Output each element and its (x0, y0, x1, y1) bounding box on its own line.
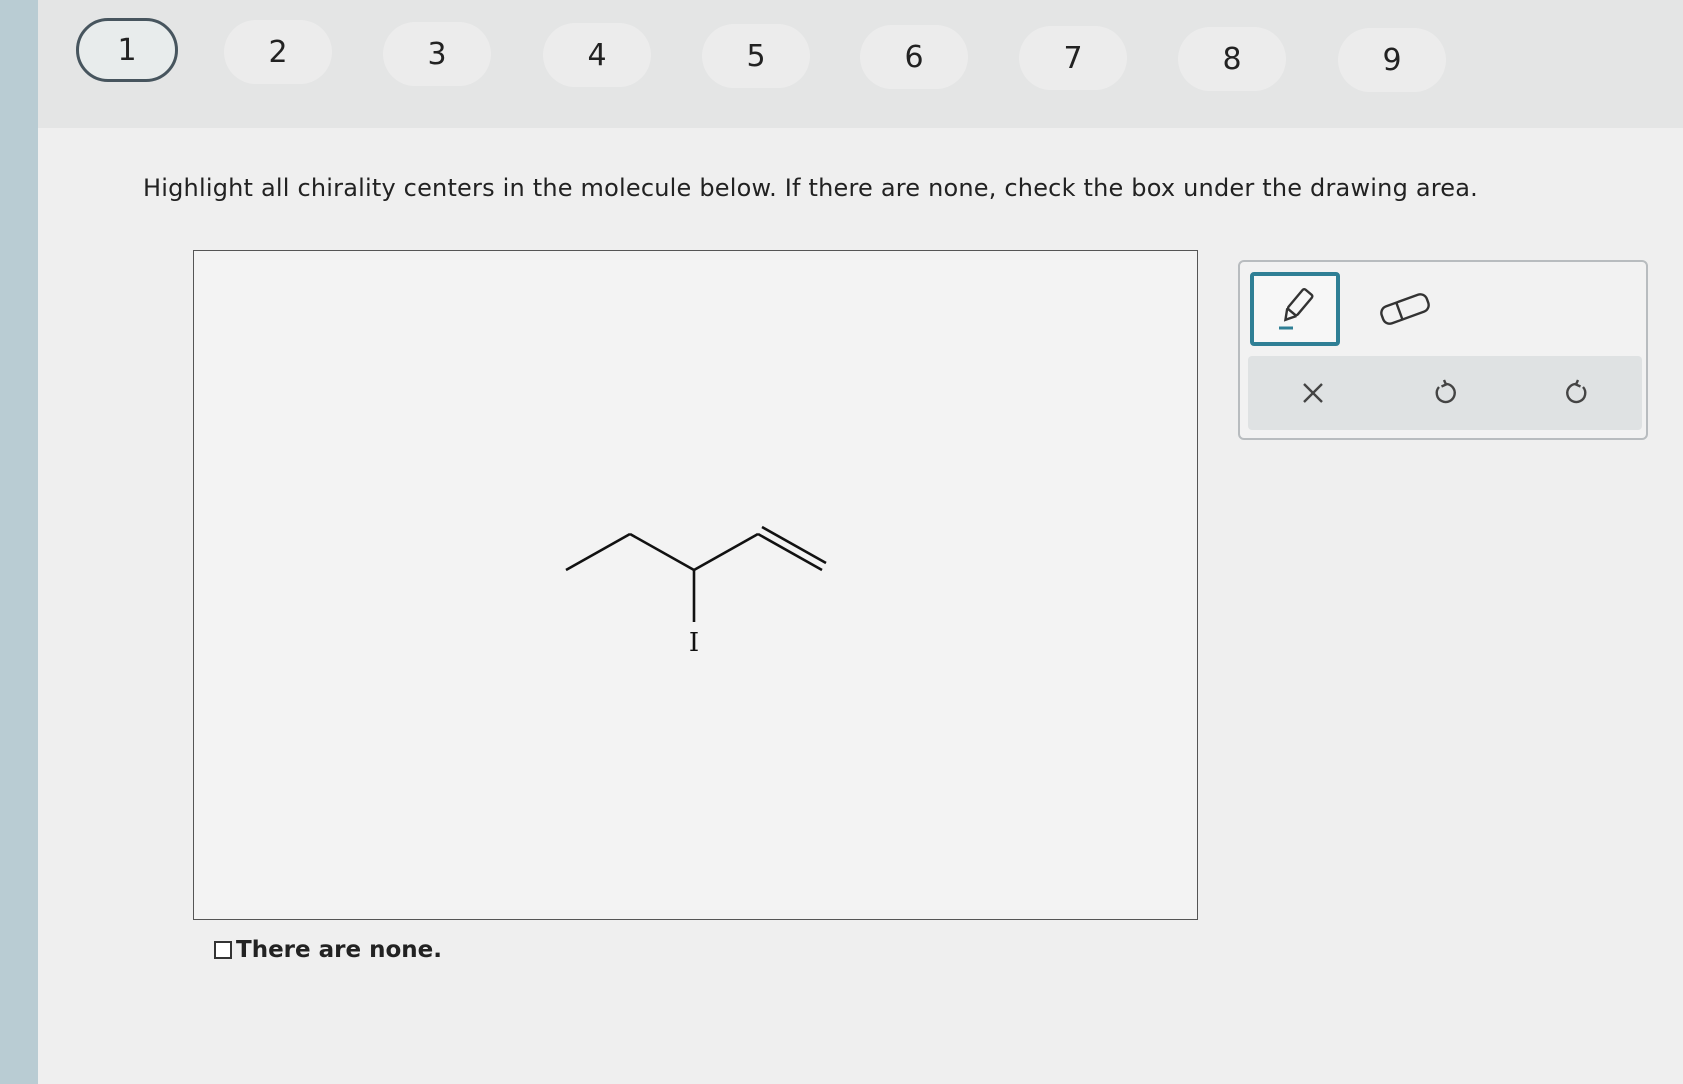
tab-label: 4 (587, 37, 607, 73)
tab-question-6[interactable]: 6 (860, 25, 968, 89)
clear-icon (1303, 383, 1323, 403)
tab-question-3[interactable]: 3 (383, 22, 491, 86)
drawing-toolbox (1238, 260, 1648, 440)
atom-iodine-label[interactable]: I (689, 628, 699, 658)
bond-c2-c3[interactable] (629, 532, 695, 572)
bond-c3-c4[interactable] (693, 532, 759, 572)
there-are-none-label: There are none. (236, 937, 442, 963)
tab-label: 7 (1063, 40, 1083, 76)
tab-label: 8 (1222, 41, 1242, 77)
redo-icon (1566, 379, 1587, 404)
tab-label: 9 (1382, 42, 1402, 78)
highlighter-tool-button[interactable] (1250, 272, 1340, 346)
undo-icon (1435, 379, 1456, 404)
question-prompt: Highlight all chirality centers in the m… (143, 174, 1478, 202)
bond-c4-c5-double-a[interactable] (757, 532, 823, 572)
redo-button[interactable] (1512, 356, 1642, 430)
tab-label: 1 (117, 32, 137, 68)
drawing-area[interactable]: I (193, 250, 1198, 920)
tab-question-9[interactable]: 9 (1338, 28, 1446, 92)
highlighter-icon (1279, 287, 1314, 330)
action-bar (1248, 356, 1642, 430)
bond-c1-c2[interactable] (565, 532, 631, 572)
tab-question-1[interactable]: 1 (76, 18, 178, 82)
tab-question-8[interactable]: 8 (1178, 27, 1286, 91)
eraser-icon (1380, 293, 1430, 325)
tab-label: 2 (268, 34, 288, 70)
question-tabbar: 1 2 3 4 5 6 7 8 9 (38, 0, 1683, 128)
molecule-drawing[interactable]: I (194, 251, 1199, 921)
tab-label: 3 (427, 36, 447, 72)
page: 1 2 3 4 5 6 7 8 9 Highlight all chiralit… (38, 0, 1683, 1084)
undo-button[interactable] (1380, 356, 1510, 430)
clear-button[interactable] (1248, 356, 1378, 430)
tab-question-4[interactable]: 4 (543, 23, 651, 87)
tab-question-5[interactable]: 5 (702, 24, 810, 88)
eraser-tool-button[interactable] (1360, 276, 1450, 342)
tab-label: 5 (746, 38, 766, 74)
bond-c4-c5-double-b[interactable] (761, 525, 827, 565)
tab-question-2[interactable]: 2 (224, 20, 332, 84)
there-are-none-checkbox[interactable] (214, 941, 232, 959)
tab-question-7[interactable]: 7 (1019, 26, 1127, 90)
tab-label: 6 (904, 39, 924, 75)
left-edge-strip (0, 0, 40, 1084)
there-are-none-option[interactable]: There are none. (214, 937, 442, 963)
